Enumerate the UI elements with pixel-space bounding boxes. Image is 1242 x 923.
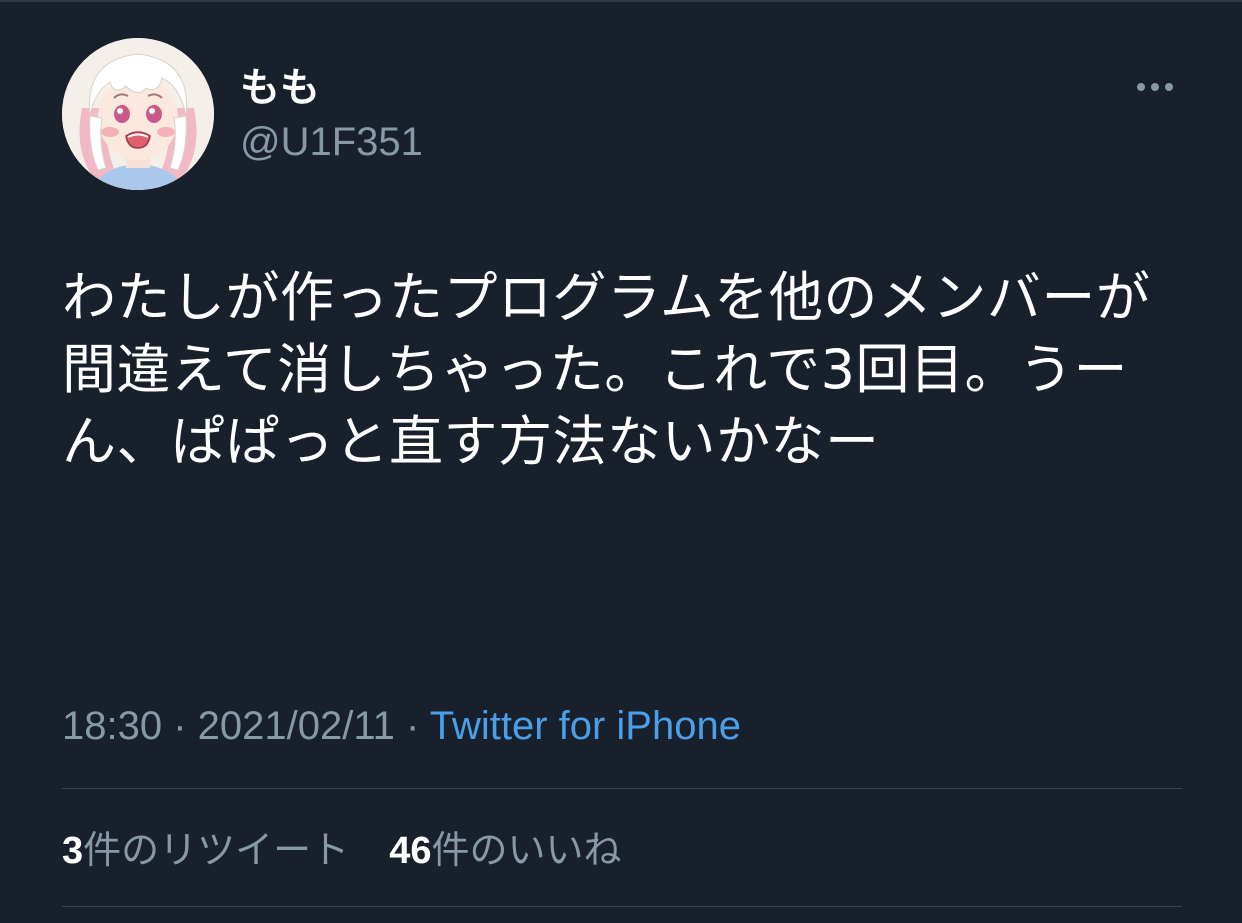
divider — [62, 906, 1182, 907]
likes-label: 件のいいね — [431, 828, 622, 872]
more-dots-icon — [1151, 83, 1159, 91]
divider — [62, 788, 1182, 789]
more-options-button[interactable] — [1128, 70, 1182, 104]
avatar-illustration-icon — [62, 38, 214, 190]
meta-separator: · — [394, 704, 430, 748]
more-dots-icon — [1137, 83, 1145, 91]
retweets-stat[interactable]: 3件のリツイート — [62, 824, 349, 877]
more-dots-icon — [1165, 83, 1173, 91]
retweets-label: 件のリツイート — [83, 828, 350, 872]
tweet-text: わたしが作ったプログラムを他のメンバーが間違えて消しちゃった。これで3回目。うー… — [62, 266, 1151, 473]
display-name[interactable]: もも — [240, 62, 320, 114]
retweets-count: 3 — [62, 830, 84, 872]
meta-separator: · — [162, 704, 198, 748]
tweet-source-link[interactable]: Twitter for iPhone — [430, 704, 741, 748]
likes-count: 46 — [389, 830, 432, 872]
tweet-detail: もも @U1F351 わたしが作ったプログラムを他のメンバーが間違えて消しちゃっ… — [0, 0, 1242, 923]
tweet-time: 18:30 — [62, 704, 163, 748]
tweet-date: 2021/02/11 — [197, 704, 395, 748]
avatar[interactable] — [62, 38, 214, 190]
tweet-meta: 18:30 · 2021/02/11 · Twitter for iPhone — [62, 700, 741, 752]
top-divider — [0, 0, 1242, 2]
likes-stat[interactable]: 46件のいいね — [389, 824, 621, 877]
tweet-stats: 3件のリツイート 46件のいいね — [62, 824, 650, 877]
user-handle[interactable]: @U1F351 — [240, 116, 423, 168]
